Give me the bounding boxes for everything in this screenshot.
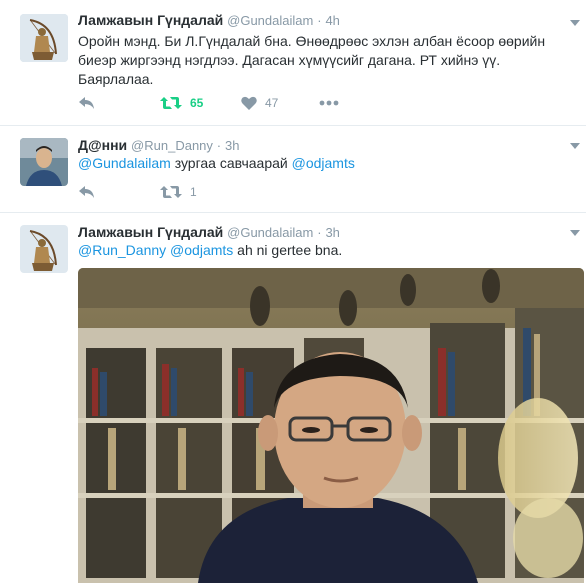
archer-avatar-image <box>20 225 68 273</box>
avatar[interactable] <box>20 138 68 186</box>
retweet-icon <box>160 97 182 109</box>
tweet-text-segment: ah ni gertee bna. <box>233 242 343 258</box>
avatar[interactable] <box>20 225 68 273</box>
retweet-button[interactable]: 65 <box>160 94 203 112</box>
tweet-text: @Run_Danny @odjamts ah ni gertee bna. <box>78 241 568 260</box>
user-photo-avatar <box>20 138 68 186</box>
user-handle[interactable]: @Run_Danny <box>131 138 213 153</box>
timestamp[interactable]: 3h <box>225 138 239 153</box>
tweet[interactable]: Ламжавын Гүндалай @Gundalailam · 4h Орой… <box>0 0 586 126</box>
user-handle[interactable]: @Gundalailam <box>227 13 313 28</box>
caret-down-icon[interactable] <box>570 20 580 26</box>
like-button[interactable]: 47 <box>241 94 278 112</box>
user-name[interactable]: Ламжавын Гүндалай <box>78 224 223 240</box>
tweet-text: Оройн мэнд. Би Л.Гүндалай бна. Өнөөдрөөс… <box>78 33 546 87</box>
reply-icon <box>79 186 94 198</box>
tweet[interactable]: Д@нни @Run_Danny · 3h @Gundalailam зурга… <box>0 126 586 213</box>
like-count: 47 <box>265 96 279 110</box>
mention-link[interactable]: @Run_Danny <box>78 242 166 258</box>
tweet-photo[interactable] <box>78 268 584 583</box>
man-in-study-photo <box>78 268 584 583</box>
reply-button[interactable] <box>78 183 96 201</box>
mention-link[interactable]: @odjamts <box>292 155 355 171</box>
more-button[interactable] <box>319 94 339 112</box>
tweet-text-segment: зургаа савчаарай <box>170 155 292 171</box>
tweet-header: Д@нни @Run_Danny · 3h <box>78 137 240 153</box>
tweet-header: Ламжавын Гүндалай @Gundalailam · 3h <box>78 224 340 240</box>
heart-icon <box>241 96 257 110</box>
reply-icon <box>79 97 94 109</box>
tweet-header: Ламжавын Гүндалай @Gundalailam · 4h <box>78 12 340 28</box>
tweet-actions: 65 47 <box>78 94 378 112</box>
caret-down-icon[interactable] <box>570 230 580 236</box>
user-name[interactable]: Д@нни <box>78 137 127 153</box>
caret-down-icon[interactable] <box>570 143 580 149</box>
separator-dot: · <box>317 225 322 240</box>
retweet-count: 1 <box>190 185 197 199</box>
user-handle[interactable]: @Gundalailam <box>227 225 313 240</box>
tweet-actions: 1 <box>78 183 278 201</box>
timestamp[interactable]: 3h <box>325 225 339 240</box>
mention-link[interactable]: @odjamts <box>170 242 233 258</box>
tweet-text: @Gundalailam зургаа савчаарай @odjamts <box>78 154 568 173</box>
archer-avatar-image <box>20 14 68 62</box>
more-icon <box>319 100 339 106</box>
mention-link[interactable]: @Gundalailam <box>78 155 171 171</box>
reply-button[interactable] <box>78 94 96 112</box>
separator-dot: · <box>317 13 322 28</box>
retweet-icon <box>160 186 182 198</box>
avatar[interactable] <box>20 14 68 62</box>
user-name[interactable]: Ламжавын Гүндалай <box>78 12 223 28</box>
retweet-button[interactable]: 1 <box>160 183 197 201</box>
timestamp[interactable]: 4h <box>325 13 339 28</box>
retweet-count: 65 <box>190 96 204 110</box>
separator-dot: · <box>216 138 222 153</box>
